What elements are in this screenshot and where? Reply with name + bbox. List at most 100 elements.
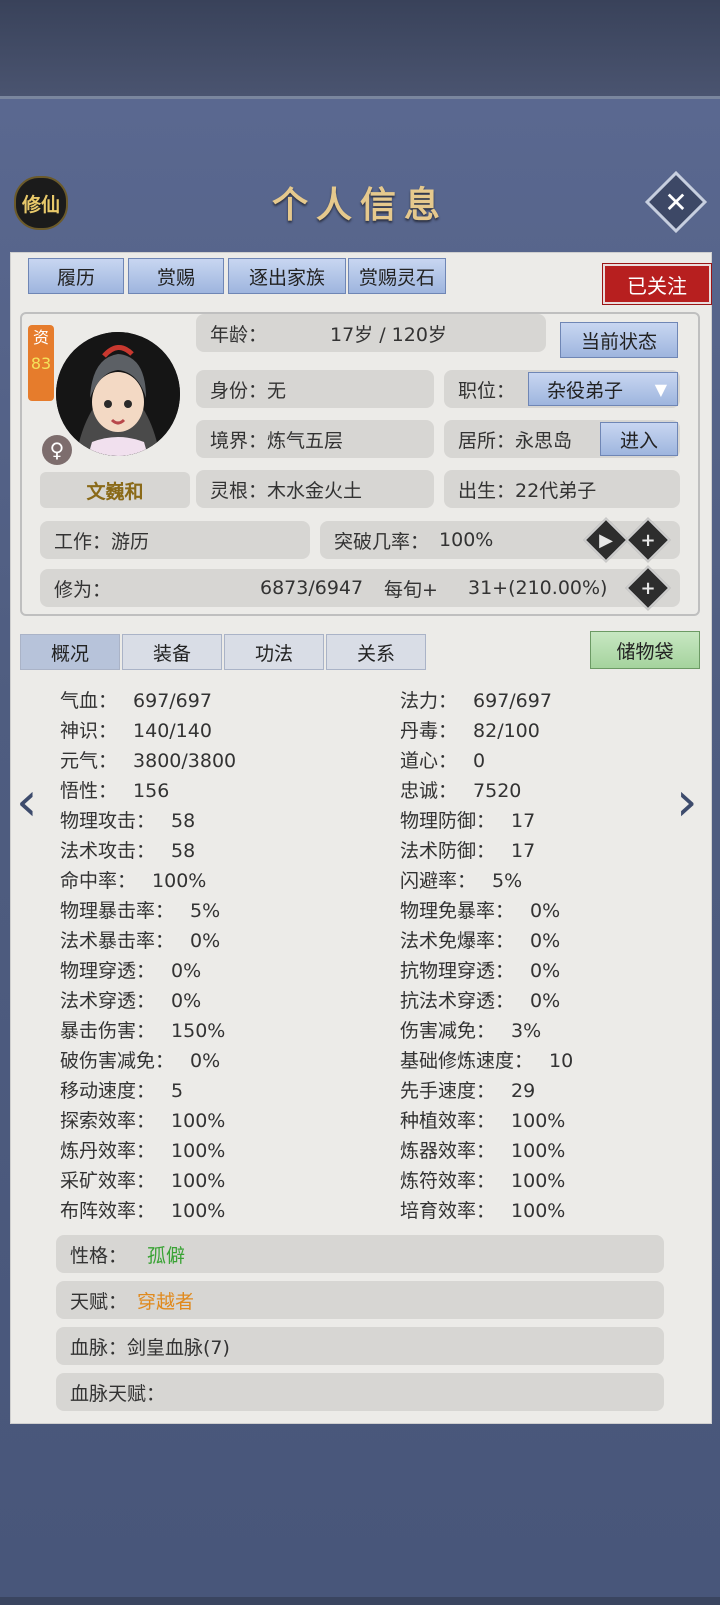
current-status-button[interactable]: 当前状态: [560, 322, 678, 358]
stat-right-row: 忠诚： 7520: [400, 776, 521, 804]
bloodline-talent-label: 血脉天赋：: [70, 1382, 166, 1405]
stat-right-row: 法术防御： 17: [400, 836, 535, 864]
root-label: 灵根：: [210, 479, 268, 502]
stat-value: 100%: [511, 1140, 566, 1162]
stat-left-row: 神识： 140/140: [60, 716, 212, 744]
stat-value: 0%: [530, 990, 561, 1012]
cultivation-row: 修为： 6873/6947 每旬+ 31+(210.00%): [40, 569, 680, 607]
stat-value: 100%: [171, 1140, 226, 1162]
stat-left-row: 物理暴击率： 5%: [60, 896, 220, 924]
stat-label: 物理免暴率：: [400, 900, 515, 922]
stat-left-row: 法术攻击： 58: [60, 836, 195, 864]
prev-arrow-icon[interactable]: ‹: [16, 770, 38, 833]
stat-label: 物理穿透：: [60, 960, 156, 982]
stat-value: 0%: [530, 960, 561, 982]
stat-right-row: 物理防御： 17: [400, 806, 535, 834]
birth-label: 出生：: [458, 479, 516, 502]
stat-value: 100%: [511, 1110, 566, 1132]
reward-button[interactable]: 赏赐: [128, 258, 224, 294]
stat-value: 0%: [171, 960, 202, 982]
stat-label: 道心：: [400, 750, 458, 772]
stat-label: 法力：: [400, 690, 458, 712]
bloodline-row: 血脉：剑皇血脉(7): [56, 1327, 664, 1365]
stat-label: 丹毒：: [400, 720, 458, 742]
stat-right-row: 法术免爆率： 0%: [400, 926, 560, 954]
tab-relations[interactable]: 关系: [326, 634, 426, 670]
stat-right-row: 法力： 697/697: [400, 686, 552, 714]
stat-label: 炼器效率：: [400, 1140, 496, 1162]
age-label: 年龄：: [210, 323, 268, 346]
stat-left-row: 布阵效率： 100%: [60, 1196, 225, 1224]
personality-value: 孤僻: [147, 1244, 186, 1267]
stat-label: 忠诚：: [400, 780, 458, 802]
position-select[interactable]: 杂役弟子 ▼: [528, 372, 678, 406]
aptitude-value: 83: [30, 354, 52, 373]
stat-label: 法术暴击率：: [60, 930, 175, 952]
stat-right-row: 炼器效率： 100%: [400, 1136, 565, 1164]
stat-left-row: 气血： 697/697: [60, 686, 212, 714]
root-row: 灵根： 木水金火土: [196, 470, 434, 508]
stat-right-row: 伤害减免： 3%: [400, 1016, 541, 1044]
stat-value: 140/140: [133, 720, 212, 742]
stat-value: 3800/3800: [133, 750, 237, 772]
gender-female-icon: ♀: [42, 435, 72, 465]
tab-techniques[interactable]: 功法: [224, 634, 324, 670]
stat-label: 伤害减免：: [400, 1020, 496, 1042]
realm-row: 境界： 炼气五层: [196, 420, 434, 458]
stat-value: 0%: [530, 930, 561, 952]
work-label: 工作：: [54, 530, 112, 553]
stat-value: 7520: [473, 780, 522, 802]
bloodline-talent-row: 血脉天赋：: [56, 1373, 664, 1411]
age-value: 17岁 / 120岁: [330, 323, 447, 346]
followed-button[interactable]: 已关注: [603, 264, 711, 304]
storage-bag-button[interactable]: 储物袋: [590, 631, 700, 669]
personality-label: 性格：: [70, 1244, 128, 1267]
residence-label: 居所：: [458, 429, 516, 452]
stat-left-row: 采矿效率： 100%: [60, 1166, 225, 1194]
stat-value: 156: [133, 780, 170, 802]
enter-button[interactable]: 进入: [600, 422, 678, 456]
stat-label: 气血：: [60, 690, 118, 712]
reward-stones-button[interactable]: 赏赐灵石: [348, 258, 446, 294]
stat-value: 58: [171, 840, 196, 862]
tab-equipment[interactable]: 装备: [122, 634, 222, 670]
stat-value: 10: [549, 1050, 574, 1072]
plus-icon: +: [640, 529, 656, 551]
talent-value: 穿越者: [137, 1290, 195, 1313]
stat-right-row: 闪避率： 5%: [400, 866, 522, 894]
stat-label: 物理攻击：: [60, 810, 156, 832]
stat-value: 82/100: [473, 720, 540, 742]
stat-label: 物理防御：: [400, 810, 496, 832]
stat-label: 种植效率：: [400, 1110, 496, 1132]
stat-left-row: 悟性： 156: [60, 776, 169, 804]
stat-value: 3%: [511, 1020, 542, 1042]
stat-value: 5: [171, 1080, 184, 1102]
work-value: 游历: [111, 530, 150, 553]
breakthrough-value: 100%: [439, 529, 494, 551]
identity-label: 身份：: [210, 379, 268, 402]
stat-label: 抗法术穿透：: [400, 990, 515, 1012]
top-band: [0, 0, 720, 99]
stat-right-row: 抗法术穿透： 0%: [400, 986, 560, 1014]
stat-label: 破伤害减免：: [60, 1050, 175, 1072]
expel-button[interactable]: 逐出家族: [228, 258, 346, 294]
resume-button[interactable]: 履历: [28, 258, 124, 294]
stat-left-row: 移动速度： 5: [60, 1076, 183, 1104]
stat-label: 元气：: [60, 750, 118, 772]
stat-label: 法术攻击：: [60, 840, 156, 862]
next-arrow-icon[interactable]: ›: [676, 770, 698, 833]
aptitude-label: 资: [32, 328, 49, 347]
page-title: 个人信息: [271, 184, 448, 226]
tab-overview[interactable]: 概况: [20, 634, 120, 670]
stat-label: 抗物理穿透：: [400, 960, 515, 982]
avatar[interactable]: [56, 332, 180, 456]
per-turn-label: 每旬+: [384, 578, 438, 601]
stat-right-row: 道心： 0: [400, 746, 485, 774]
stat-right-row: 丹毒： 82/100: [400, 716, 540, 744]
stat-label: 炼符效率：: [400, 1170, 496, 1192]
stat-left-row: 法术暴击率： 0%: [60, 926, 220, 954]
stat-right-row: 种植效率： 100%: [400, 1106, 565, 1134]
stat-label: 采矿效率：: [60, 1170, 156, 1192]
stat-label: 法术防御：: [400, 840, 496, 862]
stat-value: 0%: [190, 1050, 221, 1072]
